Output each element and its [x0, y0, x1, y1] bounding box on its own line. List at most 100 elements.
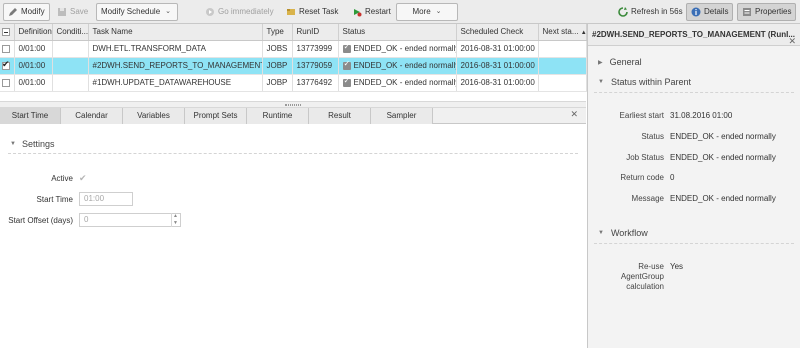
reuse-agentgroup-label: Re-use AgentGroup calculation [620, 262, 664, 291]
status-value: ENDED_OK - ended normally [670, 132, 776, 141]
sort-asc-icon: ▲ [581, 30, 585, 36]
modify-schedule-dropdown[interactable]: Modify Schedule ⌄ [96, 3, 178, 21]
refresh-label: Refresh in 56s [631, 7, 683, 16]
chevron-right-icon: ▶ [598, 59, 603, 66]
tab-start-time[interactable]: Start Time [0, 108, 61, 124]
section-divider [594, 243, 794, 244]
cell-scheduled-check: 2016-08-31 01:00:00 [456, 57, 539, 75]
table-row[interactable]: 0/01:00 #2DWH.SEND_REPORTS_TO_MANAGEMENT… [0, 57, 587, 75]
return-code-value: 0 [670, 173, 675, 182]
cell-task-name: #1DWH.UPDATE_DATAWAREHOUSE [88, 74, 263, 92]
modify-button[interactable]: Modify [3, 3, 50, 21]
cell-status: ENDED_OK - ended normally [338, 40, 457, 58]
main-area: Definition Conditi... Task Name Type Run… [0, 24, 587, 348]
tab-prompt-sets[interactable]: Prompt Sets [185, 108, 247, 124]
go-immediately-button[interactable]: Go immediately [201, 3, 278, 21]
more-dropdown[interactable]: More ⌄ [396, 3, 458, 21]
active-checkbox[interactable]: ✔ [79, 173, 87, 184]
save-button[interactable]: Save [53, 3, 92, 21]
close-icon[interactable]: ✕ [570, 109, 578, 120]
settings-title: Settings [21, 139, 55, 149]
start-time-label: Start Time [36, 195, 73, 204]
header-scheduled-check[interactable]: Scheduled Check [456, 24, 539, 41]
properties-icon [743, 8, 751, 16]
job-status-value: ENDED_OK - ended normally [670, 153, 776, 162]
chevron-down-icon: ▼ [598, 79, 604, 85]
properties-toggle[interactable]: Properties [737, 3, 797, 21]
offset-stepper[interactable]: ▲ ▼ [171, 213, 179, 227]
start-time-input[interactable]: 01:00 [79, 192, 133, 206]
status-ok-icon [342, 42, 351, 53]
stepper-down-icon[interactable]: ▼ [172, 220, 179, 227]
start-offset-label: Start Offset (days) [8, 216, 73, 225]
header-task-name[interactable]: Task Name [88, 24, 263, 41]
active-label: Active [51, 174, 73, 183]
cell-next-start [538, 57, 587, 75]
select-all-checkbox[interactable] [0, 24, 15, 41]
cell-type: JOBP [262, 74, 293, 92]
tab-result[interactable]: Result [309, 108, 371, 124]
checkbox-icon [2, 28, 10, 37]
close-icon[interactable]: ✕ [788, 30, 796, 45]
restart-label: Restart [365, 7, 391, 16]
return-code-label: Return code [620, 173, 664, 182]
header-condition[interactable]: Conditi... [52, 24, 89, 41]
job-status-label: Job Status [626, 153, 664, 162]
info-icon [691, 7, 701, 17]
settings-section-header[interactable]: ▼ Settings [10, 139, 54, 149]
cell-scheduled-check: 2016-08-31 01:00:00 [456, 40, 539, 58]
table-header: Definition Conditi... Task Name Type Run… [0, 24, 587, 41]
status-within-parent-title: Status within Parent [610, 77, 691, 87]
cell-runid: 13776492 [292, 74, 339, 92]
cell-status: ENDED_OK - ended normally [338, 57, 457, 75]
status-ok-icon [342, 59, 351, 70]
chevron-down-icon: ▼ [598, 230, 604, 236]
row-checkbox[interactable] [0, 57, 15, 75]
stepper-up-icon[interactable]: ▲ [172, 213, 179, 220]
details-toggle[interactable]: Details [686, 3, 734, 21]
general-section-header[interactable]: ▶ General [598, 57, 642, 67]
pencil-icon [9, 8, 17, 16]
pane-splitter[interactable] [0, 101, 586, 108]
cell-definition: 0/01:00 [14, 74, 53, 92]
checkbox-checked-icon [2, 59, 10, 70]
row-checkbox[interactable] [0, 40, 15, 58]
header-next-start[interactable]: Next sta... ▲ [538, 24, 587, 41]
header-type[interactable]: Type [262, 24, 293, 41]
row-checkbox[interactable] [0, 74, 15, 92]
cell-task-name: DWH.ETL.TRANSFORM_DATA [88, 40, 263, 58]
header-definition[interactable]: Definition [14, 24, 53, 41]
go-immediately-label: Go immediately [218, 7, 274, 16]
cell-condition [52, 57, 89, 75]
message-value: ENDED_OK - ended normally [670, 194, 776, 203]
header-status[interactable]: Status [338, 24, 457, 41]
table-row[interactable]: 0/01:00 DWH.ETL.TRANSFORM_DATA JOBS 1377… [0, 40, 587, 58]
section-divider [8, 153, 578, 154]
status-section-header[interactable]: ▼ Status within Parent [598, 77, 691, 87]
cell-runid: 13773999 [292, 40, 339, 58]
cell-type: JOBP [262, 57, 293, 75]
cell-runid: 13779059 [292, 57, 339, 75]
start-offset-input[interactable]: 0 [79, 213, 181, 227]
details-panel: #2DWH.SEND_REPORTS_TO_MANAGEMENT (RunI..… [587, 24, 800, 348]
tab-runtime[interactable]: Runtime [247, 108, 309, 124]
workflow-section-header[interactable]: ▼ Workflow [598, 228, 648, 238]
status-text: ENDED_OK - ended normally [353, 44, 456, 53]
tab-variables[interactable]: Variables [123, 108, 185, 124]
reset-icon [287, 9, 295, 15]
tab-sampler[interactable]: Sampler [371, 108, 433, 124]
tab-calendar[interactable]: Calendar [61, 108, 123, 124]
status-label: Status [641, 132, 664, 141]
restart-button[interactable]: Restart [348, 3, 395, 21]
status-ok-icon [342, 76, 351, 87]
refresh-button[interactable]: Refresh in 56s [614, 3, 687, 21]
cell-task-name: #2DWH.SEND_REPORTS_TO_MANAGEMENT [88, 57, 263, 75]
splitter-grip-icon [285, 104, 301, 106]
table-row[interactable]: 0/01:00 #1DWH.UPDATE_DATAWAREHOUSE JOBP … [0, 74, 587, 92]
workflow-title: Workflow [610, 228, 648, 238]
header-runid[interactable]: RunID [292, 24, 339, 41]
task-table: Definition Conditi... Task Name Type Run… [0, 24, 587, 92]
chevron-down-icon: ⌄ [435, 8, 442, 15]
reset-task-button[interactable]: Reset Task [282, 3, 342, 21]
status-text: ENDED_OK - ended normally [353, 78, 456, 87]
